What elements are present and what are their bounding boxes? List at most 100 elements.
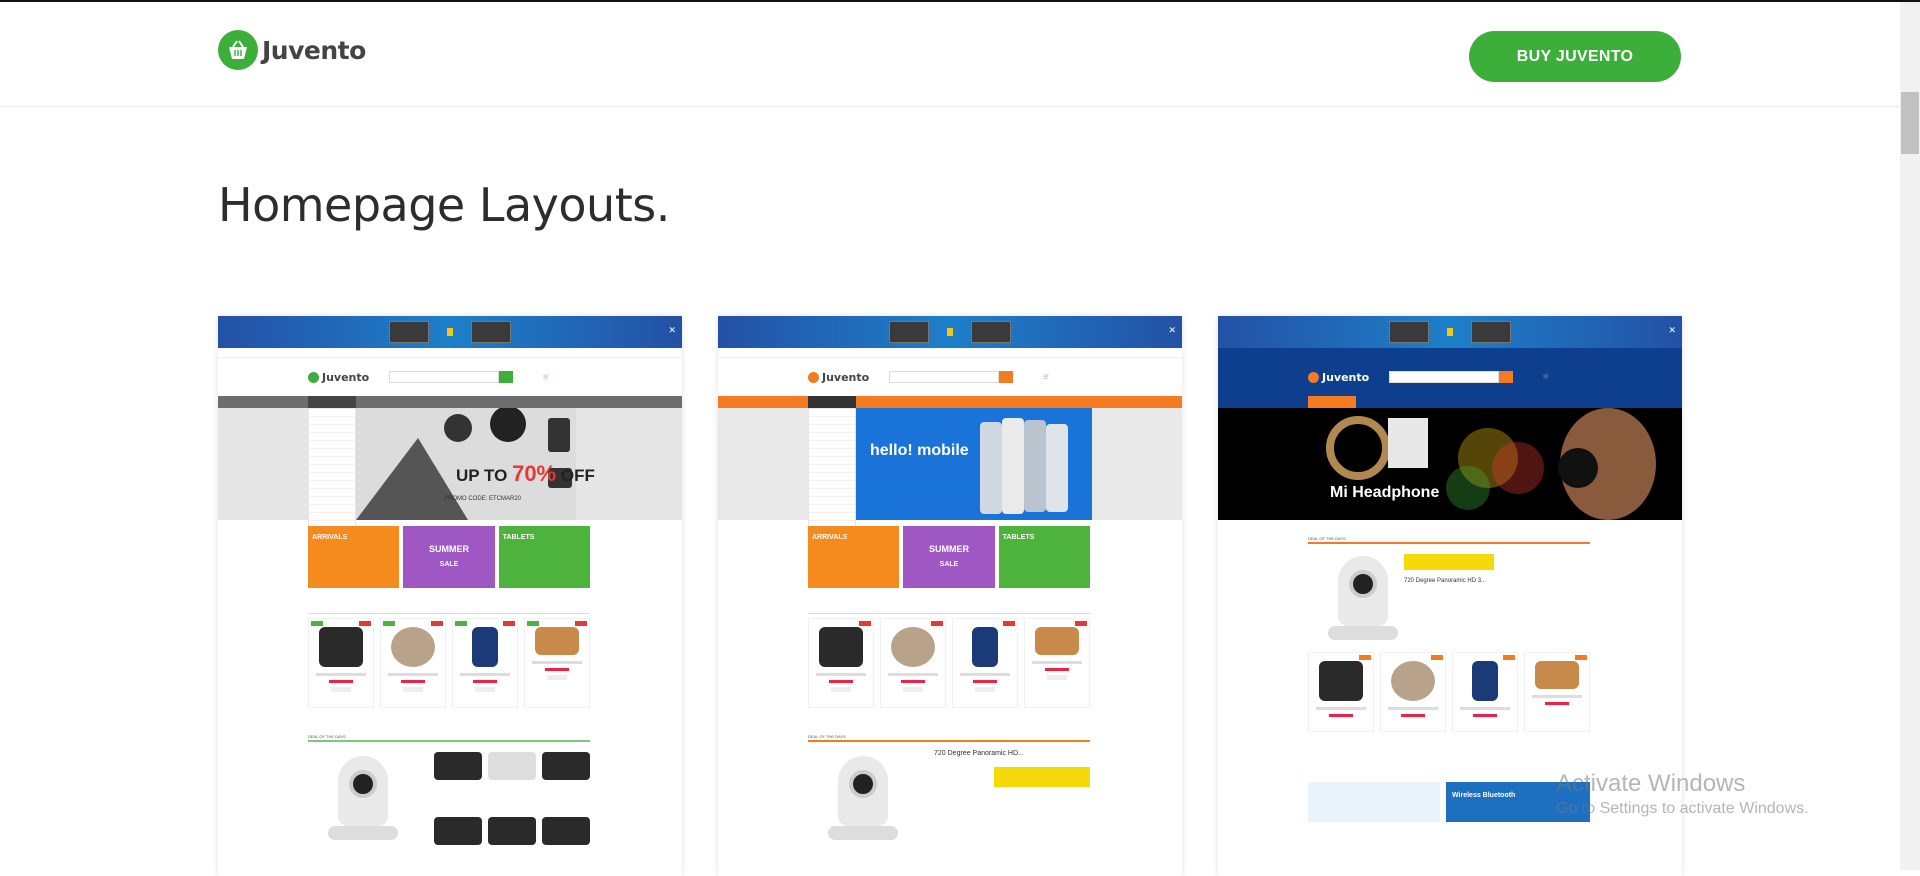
mini-topbar	[218, 348, 682, 358]
brand-logo[interactable]: Juvento	[218, 30, 366, 70]
deal-info: 720 Degree Panoramic HD...	[934, 746, 1090, 876]
promo-product-image	[889, 321, 929, 343]
mini-banners: ARRIVALS SUMMER SALE TABLETS	[808, 526, 1090, 588]
mini-products	[1308, 652, 1590, 732]
hero-promo-code: PROMO CODE: ETCMAR20	[444, 496, 522, 502]
mini-sidemenu	[308, 408, 356, 532]
mini-product	[952, 618, 1018, 708]
mini-product	[1024, 618, 1090, 708]
countdown	[1404, 554, 1494, 570]
mini-product	[1452, 652, 1518, 732]
camera-image	[1308, 546, 1398, 640]
mini-search	[1389, 371, 1500, 383]
mini-sidemenu	[808, 408, 856, 532]
countdown	[994, 767, 1090, 787]
mini-categories	[308, 396, 356, 408]
mini-products	[808, 618, 1090, 708]
promo-product-image	[1389, 321, 1429, 343]
mini-product	[1380, 652, 1446, 732]
hero-banner	[1218, 408, 1682, 520]
mini-product	[308, 618, 374, 708]
mini-cart: 🛒	[1543, 374, 1550, 380]
promo-strip	[1218, 316, 1682, 348]
banner-summer-sale: SUMMER SALE	[903, 526, 995, 588]
deal-area: 720 Degree Panoramic HD 3...	[1308, 546, 1590, 640]
mini-search-button	[1499, 371, 1514, 383]
deal-area: 720 Degree Panoramic HD...	[808, 746, 1090, 876]
mini-product	[880, 618, 946, 708]
banner-new-arrivals: ARRIVALS	[808, 526, 900, 588]
deal-info: 720 Degree Panoramic HD 3...	[1404, 546, 1590, 636]
mini-nav	[1218, 396, 1682, 408]
deal-area	[308, 746, 590, 876]
deal-thumbs	[434, 746, 590, 876]
promo-label	[447, 327, 453, 336]
layout-card-2[interactable]: ✕ Juvento 🛒 hello! mobile ARRIVALS SUMME…	[718, 316, 1182, 876]
banner-tablets: TABLETS	[998, 526, 1090, 588]
mini-product	[452, 618, 518, 708]
mini-cart: 🛒	[543, 374, 550, 380]
hero-headline: hello! mobile	[870, 442, 969, 459]
close-icon: ✕	[1668, 325, 1676, 335]
mini-product	[1524, 652, 1590, 732]
mini-nav	[218, 396, 682, 408]
section-title: Homepage Layouts.	[218, 178, 670, 232]
mini-logo: Juvento	[808, 371, 869, 384]
hero-headline: Mi Headphone	[1330, 484, 1440, 501]
deal-product-name: 720 Degree Panoramic HD 3...	[1404, 578, 1487, 584]
mini-ad-banners: Wireless Bluetooth	[1308, 782, 1590, 822]
banner-summer-sale: SUMMER SALE	[403, 526, 495, 588]
layout-card-1[interactable]: ✕ Juvento 🛒 UP TO 70% OFF PROMO CODE: ET…	[218, 316, 682, 876]
mini-search-button	[999, 371, 1014, 383]
mini-product	[808, 618, 874, 708]
deal-title: DEAL OF THE DAYS	[308, 734, 590, 742]
windows-activation-watermark: Activate Windows Go to Settings to activ…	[1556, 770, 1809, 817]
banner-tablets: TABLETS	[498, 526, 590, 588]
banner-new-arrivals: ARRIVALS	[308, 526, 400, 588]
promo-label	[1447, 327, 1453, 336]
basket-icon	[218, 30, 258, 70]
mini-product	[380, 618, 446, 708]
promo-strip	[218, 316, 682, 348]
deal-title: DEAL OF THE DAYS	[808, 734, 1090, 742]
promo-product-image	[389, 321, 429, 343]
mini-products	[308, 618, 590, 708]
hero-headline: UP TO 70% OFF	[456, 461, 595, 486]
promo-product-image	[971, 321, 1011, 343]
mini-product	[1308, 652, 1374, 732]
mini-nav	[718, 396, 1182, 408]
camera-image	[808, 746, 928, 866]
promo-strip	[718, 316, 1182, 348]
close-icon: ✕	[668, 325, 676, 335]
mini-banners: ARRIVALS SUMMER SALE TABLETS	[308, 526, 590, 588]
mini-product-tabs	[308, 606, 590, 614]
mini-product	[524, 618, 590, 708]
promo-product-image	[471, 321, 511, 343]
deal-product-name: 720 Degree Panoramic HD...	[934, 750, 1024, 757]
mini-logo: Juvento	[1308, 371, 1369, 384]
ad-banner	[1308, 782, 1440, 822]
mini-categories	[1308, 396, 1356, 408]
mini-search	[389, 371, 500, 383]
mini-header: Juvento 🛒	[1218, 358, 1682, 396]
hero-banner	[218, 406, 682, 520]
promo-product-image	[1471, 321, 1511, 343]
brand-name: Juvento	[262, 35, 366, 65]
mini-search-button	[499, 371, 514, 383]
scrollbar-thumb[interactable]	[1901, 92, 1919, 154]
hero-banner	[718, 408, 1182, 520]
mini-product-tabs	[808, 606, 1090, 614]
site-header: Juvento BUY JUVENTO	[0, 2, 1900, 107]
deal-title: DEAL OF THE DAYS	[1308, 536, 1590, 544]
mini-header: Juvento 🛒	[218, 358, 682, 396]
mini-search	[889, 371, 1000, 383]
mini-categories	[808, 396, 856, 408]
mini-header: Juvento 🛒	[718, 358, 1182, 396]
close-icon: ✕	[1168, 325, 1176, 335]
promo-label	[947, 327, 953, 336]
mini-cart: 🛒	[1043, 374, 1050, 380]
mini-logo: Juvento	[308, 371, 369, 384]
camera-image	[308, 746, 428, 866]
buy-juvento-button[interactable]: BUY JUVENTO	[1469, 31, 1681, 82]
mini-topbar	[718, 348, 1182, 358]
